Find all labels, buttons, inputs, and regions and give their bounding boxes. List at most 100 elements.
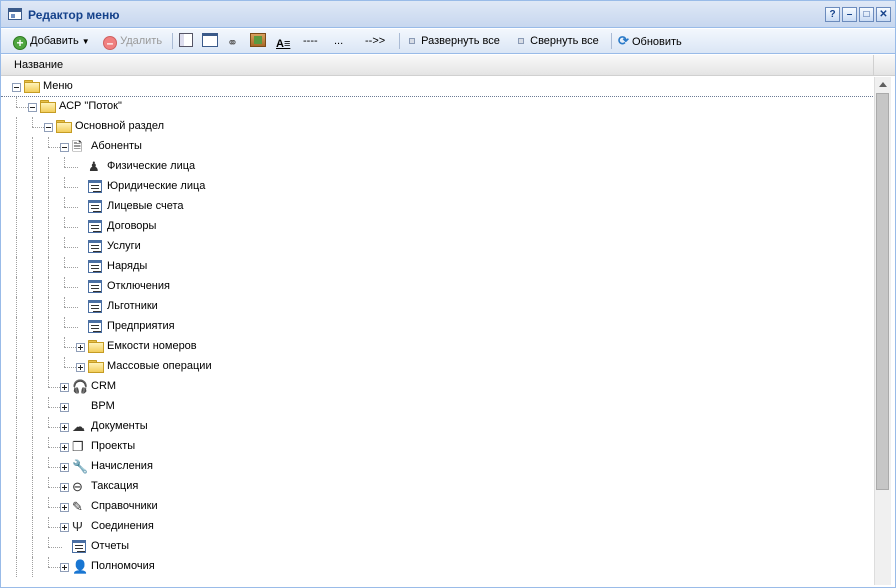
tree-node[interactable]: ❐ Проекты [1,437,873,457]
tree-node[interactable]: 🔧 Начисления [1,457,873,477]
expand-toggle-icon[interactable] [76,363,85,372]
expand-toggle-icon[interactable] [60,523,69,532]
column-layout-button[interactable] [179,32,193,50]
tree-guide-line [48,497,49,507]
refresh-icon: ⟳ [618,33,629,48]
form-icon [72,540,86,553]
tree-node[interactable]: Отключения [1,277,873,297]
expand-toggle-icon[interactable] [60,483,69,492]
tree-node-label: Юридические лица [107,180,206,192]
folder-icon [24,80,40,93]
tree-guide-line [64,307,78,308]
expand-all-icon [409,38,415,44]
tree-node[interactable]: Ψ Соединения [1,517,873,537]
tree-guide-line [48,537,49,547]
tree-node[interactable]: ♟ Физические лица [1,157,873,177]
collapse-toggle-icon[interactable] [44,123,53,132]
panel-button[interactable] [202,32,218,50]
import-icon [250,33,266,47]
column-layout-icon [179,33,193,47]
tree-node[interactable]: Емкости номеров [1,337,873,357]
tree-node[interactable]: BPM [1,397,873,417]
tree-node-label: Льготники [107,300,158,312]
column-header[interactable]: Название [1,55,895,76]
collapse-all-button[interactable]: Свернуть все [518,32,599,50]
collapse-toggle-icon[interactable] [28,103,37,112]
tree-guide-line [64,267,78,268]
tree-guide-line [64,257,65,267]
tree-guide-line [64,157,65,167]
tree-guide-line [48,357,49,377]
form-icon [88,280,102,293]
close-button[interactable]: ✕ [876,7,891,22]
column-resize-handle[interactable] [873,55,874,76]
tree-node[interactable]: Массовые операции [1,357,873,377]
tree-guide-line [64,277,65,287]
maximize-button[interactable]: □ [859,7,874,22]
tree-node[interactable]: 👤 Полномочия [1,557,873,577]
scroll-up-arrow-icon[interactable] [879,82,887,87]
import-button[interactable] [250,32,266,50]
expand-toggle-icon[interactable] [60,463,69,472]
tree-guide-line [32,337,33,357]
tree-guide-line [16,437,17,457]
toolbar: + Добавить ▼ – Удалить ⚭ A≡ ---- ... -->… [1,29,895,54]
wrench-icon: 🔧 [72,459,89,474]
tree-guide-line [64,287,78,288]
tree-guide-line [16,297,17,317]
tree-node[interactable]: Услуги [1,237,873,257]
tree-node[interactable]: Льготники [1,297,873,317]
tree-node[interactable]: АСР "Поток" [1,97,873,117]
expand-toggle-icon[interactable] [60,383,69,392]
form-icon [88,300,102,313]
link-button[interactable]: ⚭ [227,32,243,50]
expand-toggle-icon[interactable] [60,563,69,572]
tree-node-label: Документы [91,420,148,432]
help-button[interactable]: ? [825,7,840,22]
expand-toggle-icon[interactable] [60,423,69,432]
tree-node[interactable]: Предприятия [1,317,873,337]
menu-editor-window: Редактор меню ? – □ ✕ + Добавить ▼ – Уда… [0,0,896,588]
expand-toggle-icon[interactable] [76,343,85,352]
delete-button[interactable]: – Удалить [103,32,162,50]
tree-node[interactable]: Отчеты [1,537,873,557]
tree-guide-line [32,537,33,557]
title-bar[interactable]: Редактор меню ? – □ ✕ [1,1,895,28]
tree-node[interactable]: Меню [1,77,873,97]
folder-icon [88,340,104,353]
tree-node-label: Отключения [107,280,170,292]
expand-all-label: Развернуть все [421,35,500,47]
tree-guide-line [32,277,33,297]
expand-toggle-icon[interactable] [60,443,69,452]
tree-guide-line [48,137,49,147]
tree-guide-line [16,257,17,277]
tree-node[interactable]: ☁ Документы [1,417,873,437]
tree-node[interactable]: ✎ Справочники [1,497,873,517]
refresh-button[interactable]: ⟳ Обновить [618,32,682,50]
collapse-toggle-icon[interactable] [60,143,69,152]
tree-guide-line [32,157,33,177]
tree-guide-line [32,197,33,217]
expand-toggle-icon[interactable] [60,503,69,512]
tree-node[interactable]: Наряды [1,257,873,277]
expand-toggle-icon[interactable] [60,403,69,412]
vertical-scrollbar[interactable] [874,77,891,585]
tree-guide-line [48,417,49,427]
tree-node-label: Отчеты [91,540,130,552]
tree-node[interactable]: 🎧 CRM [1,377,873,397]
collapse-toggle-icon[interactable] [12,83,21,92]
minimize-button[interactable]: – [842,7,857,22]
arrow-button[interactable]: -->> [365,32,385,50]
tree-node[interactable]: Лицевые счета [1,197,873,217]
tree-node[interactable]: 🗎 Абоненты [1,137,873,157]
scrollbar-thumb[interactable] [876,93,889,490]
dots-button[interactable]: ... [334,32,343,50]
dashes-button[interactable]: ---- [303,32,318,50]
tree-node[interactable]: Договоры [1,217,873,237]
tree-node[interactable]: Основной раздел [1,117,873,137]
expand-all-button[interactable]: Развернуть все [409,32,500,50]
add-button[interactable]: + Добавить ▼ [13,32,90,50]
text-format-button[interactable]: A≡ [276,32,292,50]
tree-node[interactable]: ⊖ Таксация [1,477,873,497]
tree-node[interactable]: Юридические лица [1,177,873,197]
